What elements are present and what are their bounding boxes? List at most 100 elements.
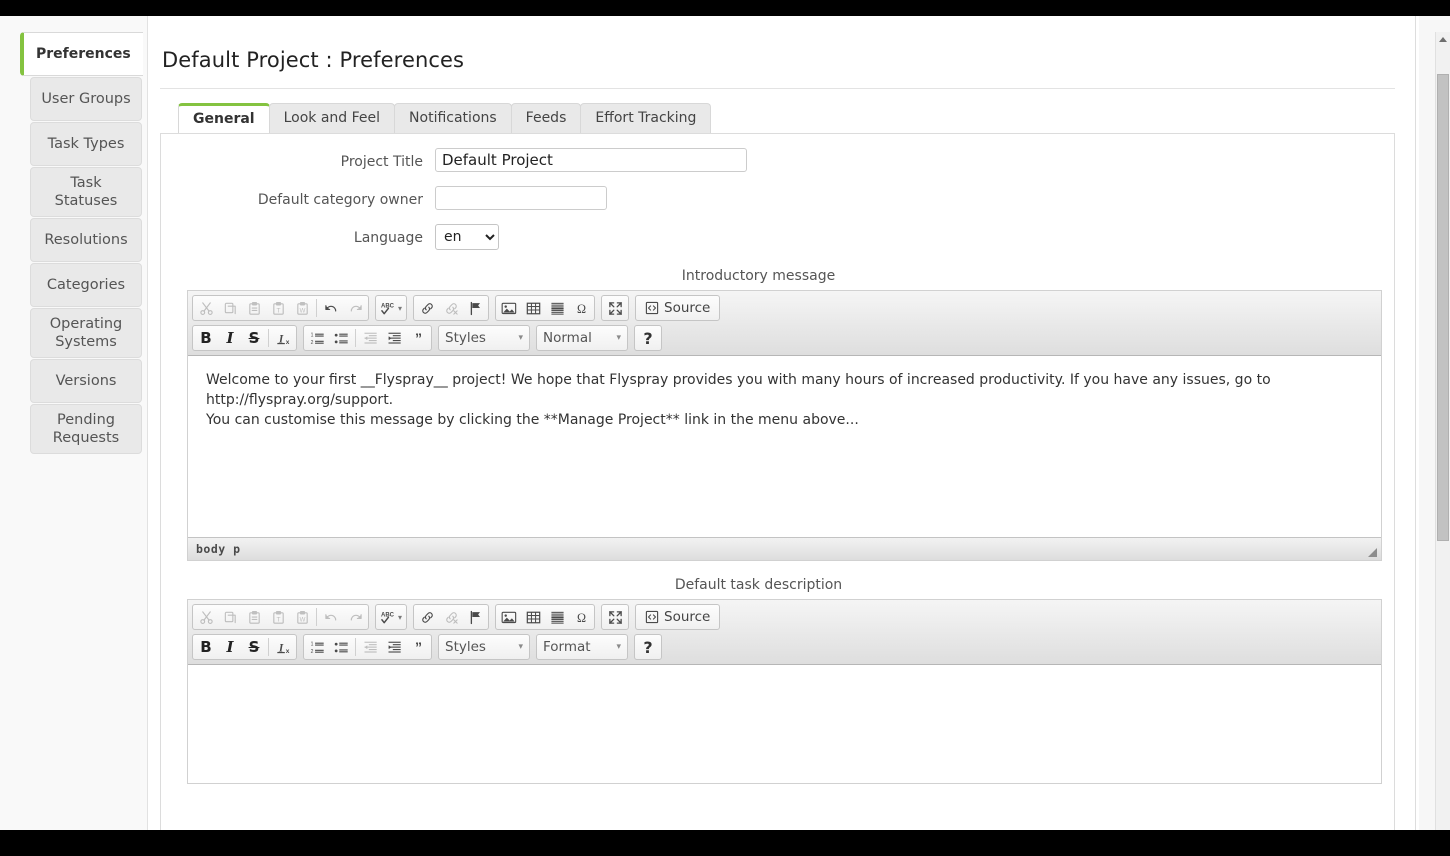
styles-dropdown[interactable]: Styles ▾ [438,325,530,351]
table-icon[interactable] [521,297,545,319]
tab-notifications[interactable]: Notifications [394,103,512,133]
horizontal-rule-icon[interactable] [545,606,569,628]
sidebar-item-task-types[interactable]: Task Types [30,122,142,166]
editor-toolbar: T W ABC ▾ Ω Source B I S Ix 1 2 ” Styles ▾ Format ▾? [188,600,1381,665]
toolbar-separator [316,608,317,626]
tab-look-and-feel[interactable]: Look and Feel [268,103,396,133]
scroll-up-arrow[interactable] [1436,32,1450,46]
link-icon[interactable] [415,297,439,319]
sidebar-item-task-statuses[interactable]: Task Statuses [30,167,142,217]
sidebar-item-label: User Groups [41,91,131,107]
omega-special-character-icon[interactable]: Ω [569,606,593,628]
source-code-icon [645,610,659,624]
toolbar-separator [316,299,317,317]
undo-icon[interactable] [319,297,343,319]
format-dropdown[interactable]: Normal ▾ [536,325,628,351]
paste-icon [242,297,266,319]
styles-dropdown-value: Styles [445,330,486,346]
title-divider [160,88,1395,89]
svg-text:1: 1 [310,641,313,647]
page-viewport: Preferences User Groups Task Types Task Sta… [0,16,1450,830]
svg-text:1: 1 [310,332,313,338]
table-icon[interactable] [521,606,545,628]
help-button[interactable]: ? [634,325,662,351]
horizontal-rule-icon[interactable] [545,297,569,319]
italic-icon[interactable]: I [218,636,242,658]
cut-icon [194,606,218,628]
tab-general[interactable]: General [178,103,270,133]
help-button[interactable]: ? [634,634,662,660]
sidebar-item-label: Preferences [36,46,131,62]
toolbar-row-1: T W ABC ▾ Ω Source [192,295,1377,321]
bulleted-list-icon[interactable] [329,636,353,658]
svg-text:T: T [276,307,280,314]
sidebar-item-resolutions[interactable]: Resolutions [30,218,142,262]
chevron-down-icon: ▾ [518,642,523,652]
remove-format-icon[interactable]: Ix [271,636,295,658]
project-title-label: Project Title [340,154,423,170]
redo-icon [343,606,367,628]
numbered-list-icon[interactable]: 12 [305,327,329,349]
resize-grip[interactable] [1368,548,1377,557]
remove-format-icon[interactable]: Ix [271,327,295,349]
image-icon[interactable] [497,606,521,628]
strikethrough-icon[interactable]: S [242,327,266,349]
clipboard-group: TW [192,295,369,321]
sidebar-item-user-groups[interactable]: User Groups [30,77,142,121]
omega-special-character-icon[interactable]: Ω [569,297,593,319]
default-category-owner-input[interactable] [435,186,607,210]
indent-icon[interactable] [382,327,406,349]
tab-feeds[interactable]: Feeds [510,103,582,133]
bold-icon[interactable]: B [194,636,218,658]
blockquote-icon[interactable]: ” [406,636,430,658]
sidebar-item-pending-requests[interactable]: Pending Requests [30,404,142,454]
editor-content-area[interactable] [188,665,1381,783]
svg-text:2: 2 [310,339,313,345]
elements-path-text: body p [196,542,241,556]
editor-content-area[interactable]: Welcome to your first __Flyspray__ proje… [188,356,1381,537]
image-icon[interactable] [497,297,521,319]
source-button-label: Source [664,609,711,625]
source-button[interactable]: Source [637,297,718,319]
numbered-list-icon[interactable]: 12 [305,636,329,658]
bulleted-list-icon[interactable] [329,327,353,349]
paragraph-group: 1 2 ” [303,634,432,660]
svg-text:x: x [285,338,289,345]
spellcheck-icon[interactable]: ABC ▾ [377,606,405,628]
chevron-down-icon: ▾ [518,333,523,343]
tab-label: Notifications [409,110,497,126]
sidebar-item-versions[interactable]: Versions [30,359,142,403]
page-scrollbar[interactable] [1435,32,1450,830]
format-dropdown[interactable]: Format ▾ [536,634,628,660]
styles-dropdown[interactable]: Styles ▾ [438,634,530,660]
maximize-icon[interactable] [603,297,627,319]
outdent-icon [358,636,382,658]
tab-effort-tracking[interactable]: Effort Tracking [580,103,712,133]
sidebar-item-label: Pending Requests [52,412,120,446]
blockquote-icon[interactable]: ” [406,327,430,349]
link-icon[interactable] [415,606,439,628]
spellcheck-icon[interactable]: ABC ▾ [377,297,405,319]
clipboard-group: TW [192,604,369,630]
indent-icon[interactable] [382,636,406,658]
project-title-input[interactable] [435,148,747,172]
basic-styles-group: BISIx [192,634,297,660]
editor-toolbar: T W ABC ▾ Ω Source B I S Ix 1 2” Styles ▾ Normal ▾? [188,291,1381,356]
scrollbar-thumb[interactable] [1437,74,1449,541]
language-select[interactable]: en [435,224,499,250]
language-label: Language [353,230,423,246]
maximize-icon[interactable] [603,606,627,628]
anchor-flag-icon[interactable] [463,606,487,628]
bold-icon[interactable]: B [194,327,218,349]
strikethrough-icon[interactable]: S [242,636,266,658]
svg-text:”: ” [414,331,421,346]
sidebar-item-categories[interactable]: Categories [30,263,142,307]
editor-block-0: Introductory message T W ABC ▾ Ω Source B I S Ix 1 2… [161,268,1394,561]
anchor-flag-icon[interactable] [463,297,487,319]
sidebar-item-preferences[interactable]: Preferences [20,32,143,76]
source-button[interactable]: Source [637,606,718,628]
svg-text:W: W [299,307,305,314]
sidebar-item-operating-systems[interactable]: Operating Systems [30,308,142,358]
italic-icon[interactable]: I [218,327,242,349]
svg-text:Ω: Ω [576,301,585,315]
